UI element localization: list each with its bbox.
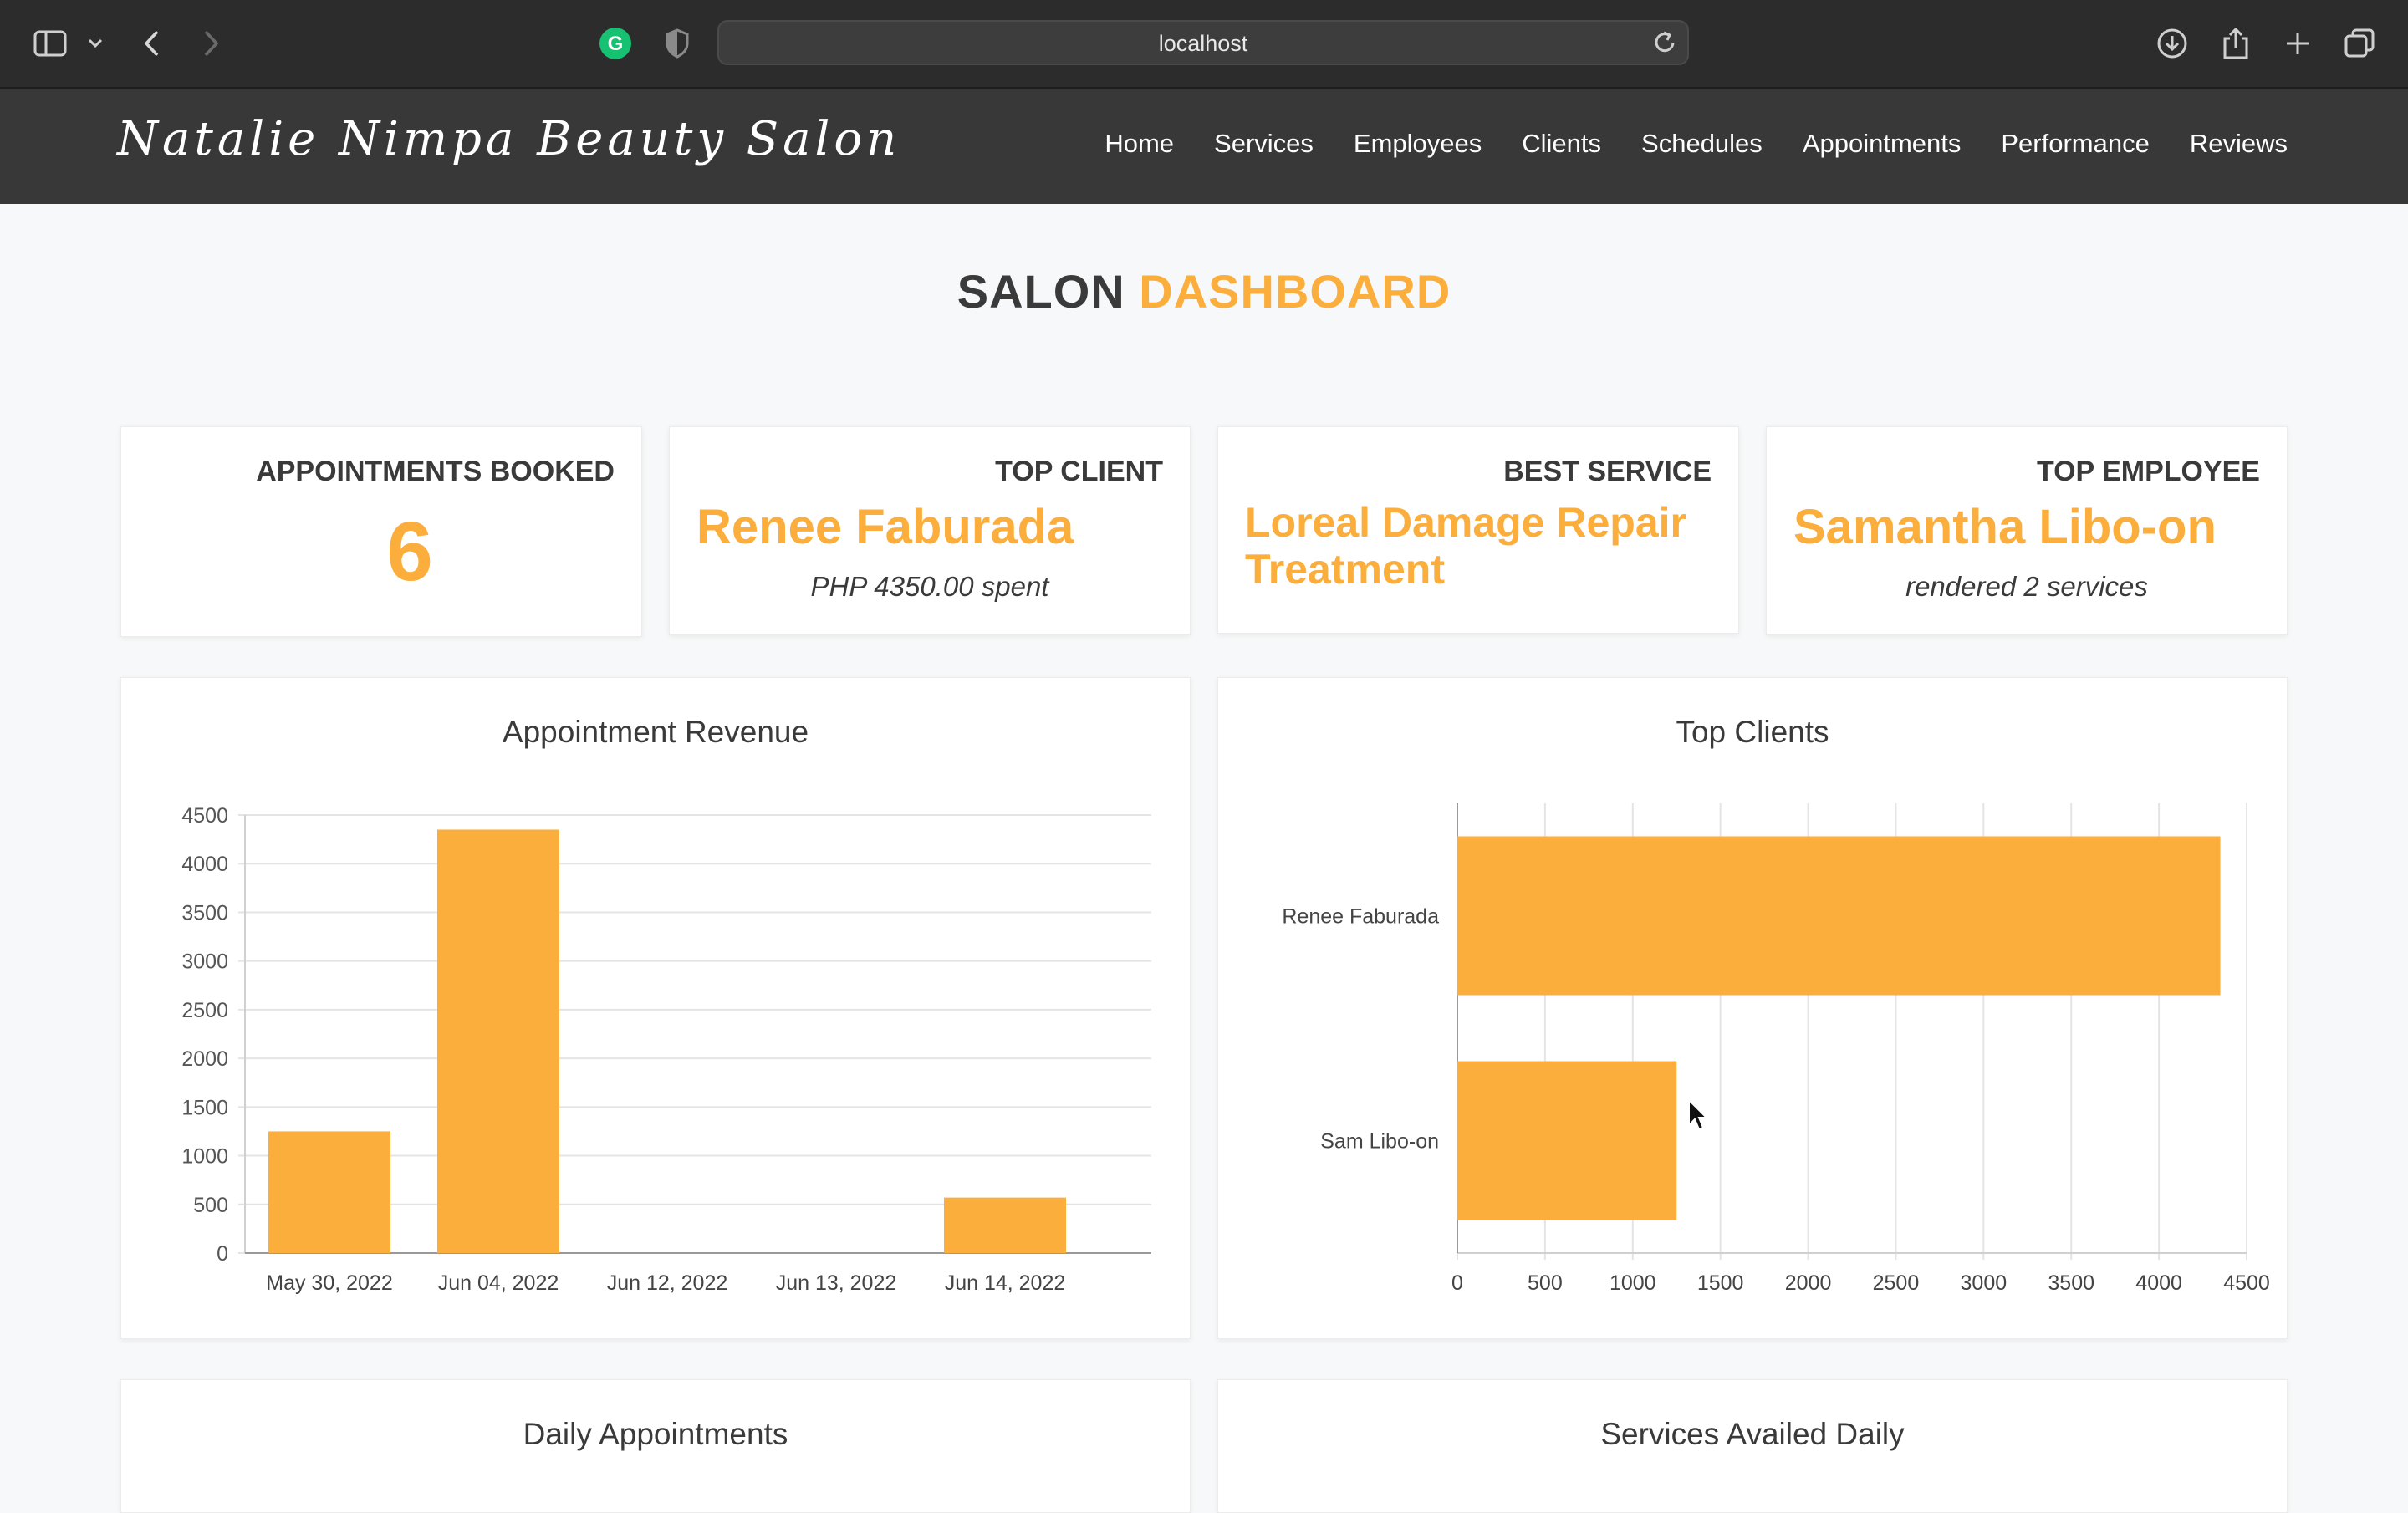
services-availed-daily-card: Services Availed Daily [1217, 1379, 2288, 1513]
mouse-cursor-icon [1688, 1098, 1709, 1131]
x-tick-label: 1500 [1697, 1271, 1744, 1295]
y-tick-label: 1500 [181, 1096, 228, 1119]
best-service-name: Loreal Damage Repair Treatment [1245, 499, 1686, 593]
page-title-part1: SALON [957, 265, 1125, 318]
url-text: localhost [1158, 31, 1248, 56]
site-navbar: Natalie Nimpa Beauty Salon Home Services… [0, 89, 2408, 204]
share-icon[interactable] [2214, 22, 2258, 65]
x-tick-label: 4500 [2223, 1271, 2270, 1295]
new-tab-icon[interactable] [2276, 22, 2319, 65]
y-tick-label: 2500 [181, 999, 228, 1022]
y-tick-label: 4000 [181, 853, 228, 876]
y-tick-label: Sam Libo-on [1320, 1130, 1439, 1154]
nav-reviews[interactable]: Reviews [2190, 129, 2288, 159]
x-tick-label: Jun 04, 2022 [438, 1271, 559, 1295]
x-tick-label: Jun 14, 2022 [945, 1271, 1066, 1295]
x-tick-label: 2500 [1873, 1271, 1920, 1295]
x-tick-label: 500 [1528, 1271, 1563, 1295]
y-tick-label: 4500 [181, 804, 228, 828]
appointments-booked-label: APPOINTMENTS BOOKED [256, 456, 615, 487]
y-tick-label: 2000 [181, 1047, 228, 1071]
top-client-spent: PHP 4350.00 spent [810, 571, 1049, 602]
reload-icon[interactable] [1652, 30, 1677, 59]
top-employee-card: TOP EMPLOYEE Samantha Libo-on rendered 2… [1766, 426, 2288, 635]
x-tick-label: 0 [1451, 1271, 1463, 1295]
top-clients-card: Top Clients 0 500 1000 1500 2000 2500 3000 3500… [1217, 677, 2288, 1339]
client-bar [1457, 836, 2221, 996]
download-icon[interactable] [2150, 22, 2194, 65]
y-tick-label: 0 [217, 1242, 228, 1266]
browser-toolbar: G localhost [0, 0, 2408, 89]
appointments-booked-card: APPOINTMENTS BOOKED 6 [120, 426, 642, 637]
page-title-part2: DASHBOARD [1139, 265, 1451, 318]
daily-appointments-title: Daily Appointments [523, 1417, 788, 1451]
best-service-card: BEST SERVICE Loreal Damage Repair Treatm… [1217, 426, 1739, 634]
forward-icon[interactable] [189, 22, 232, 65]
appointment-revenue-chart: 0 500 1000 1500 2000 2500 3000 3500 4000 4500 May … [181, 804, 1151, 1295]
daily-appointments-card: Daily Appointments [120, 1379, 1191, 1513]
services-availed-daily-title: Services Availed Daily [1600, 1417, 1905, 1451]
revenue-bar [944, 1197, 1066, 1253]
x-tick-label: 3500 [2048, 1271, 2094, 1295]
grammarly-icon[interactable]: G [594, 22, 637, 65]
client-bar [1457, 1061, 1677, 1220]
x-tick-label: Jun 12, 2022 [607, 1271, 728, 1295]
nav-home[interactable]: Home [1105, 129, 1174, 159]
sidebar-icon[interactable] [28, 22, 72, 65]
x-tick-label: 4000 [2135, 1271, 2182, 1295]
nav-links: Home Services Employees Clients Schedule… [1105, 129, 2288, 159]
address-bar[interactable]: localhost [717, 20, 1689, 65]
appointments-booked-value: 6 [386, 505, 433, 599]
y-tick-label: 3000 [181, 950, 228, 974]
nav-clients[interactable]: Clients [1522, 129, 1601, 159]
tabs-overview-icon[interactable] [2338, 22, 2381, 65]
y-tick-label: 3500 [181, 901, 228, 925]
x-tick-label: 1000 [1610, 1271, 1656, 1295]
x-tick-label: May 30, 2022 [266, 1271, 393, 1295]
x-tick-label: Jun 13, 2022 [776, 1271, 897, 1295]
x-tick-label: 3000 [1961, 1271, 2008, 1295]
top-employee-label: TOP EMPLOYEE [2036, 456, 2260, 487]
nav-services[interactable]: Services [1214, 129, 1314, 159]
y-tick-label: Renee Faburada [1282, 905, 1439, 929]
shield-icon[interactable] [656, 22, 699, 65]
nav-performance[interactable]: Performance [2001, 129, 2149, 159]
top-client-label: TOP CLIENT [995, 456, 1163, 487]
top-employee-services: rendered 2 services [1905, 571, 2148, 602]
back-icon[interactable] [130, 22, 174, 65]
y-tick-label: 500 [193, 1194, 228, 1217]
top-clients-chart: 0 500 1000 1500 2000 2500 3000 3500 4000 4500 Rene… [1282, 803, 2270, 1295]
best-service-label: BEST SERVICE [1503, 456, 1712, 487]
chevron-down-icon[interactable] [74, 22, 117, 65]
nav-schedules[interactable]: Schedules [1641, 129, 1763, 159]
page-title: SALON DASHBOARD [0, 264, 2408, 318]
svg-text:G: G [608, 33, 624, 55]
x-tick-label: 2000 [1785, 1271, 1832, 1295]
top-employee-name: Samantha Libo-on [1793, 500, 2217, 554]
appointment-revenue-card: Appointment Revenue 0 500 1000 1500 2000 2500… [120, 677, 1191, 1339]
y-tick-label: 1000 [181, 1145, 228, 1169]
top-client-name: Renee Faburada [696, 500, 1074, 554]
nav-employees[interactable]: Employees [1354, 129, 1482, 159]
top-client-card: TOP CLIENT Renee Faburada PHP 4350.00 sp… [669, 426, 1191, 635]
revenue-bar [437, 829, 559, 1253]
revenue-bar [268, 1131, 390, 1253]
brand-logo[interactable]: Natalie Nimpa Beauty Salon [117, 112, 900, 166]
nav-appointments[interactable]: Appointments [1803, 129, 1962, 159]
